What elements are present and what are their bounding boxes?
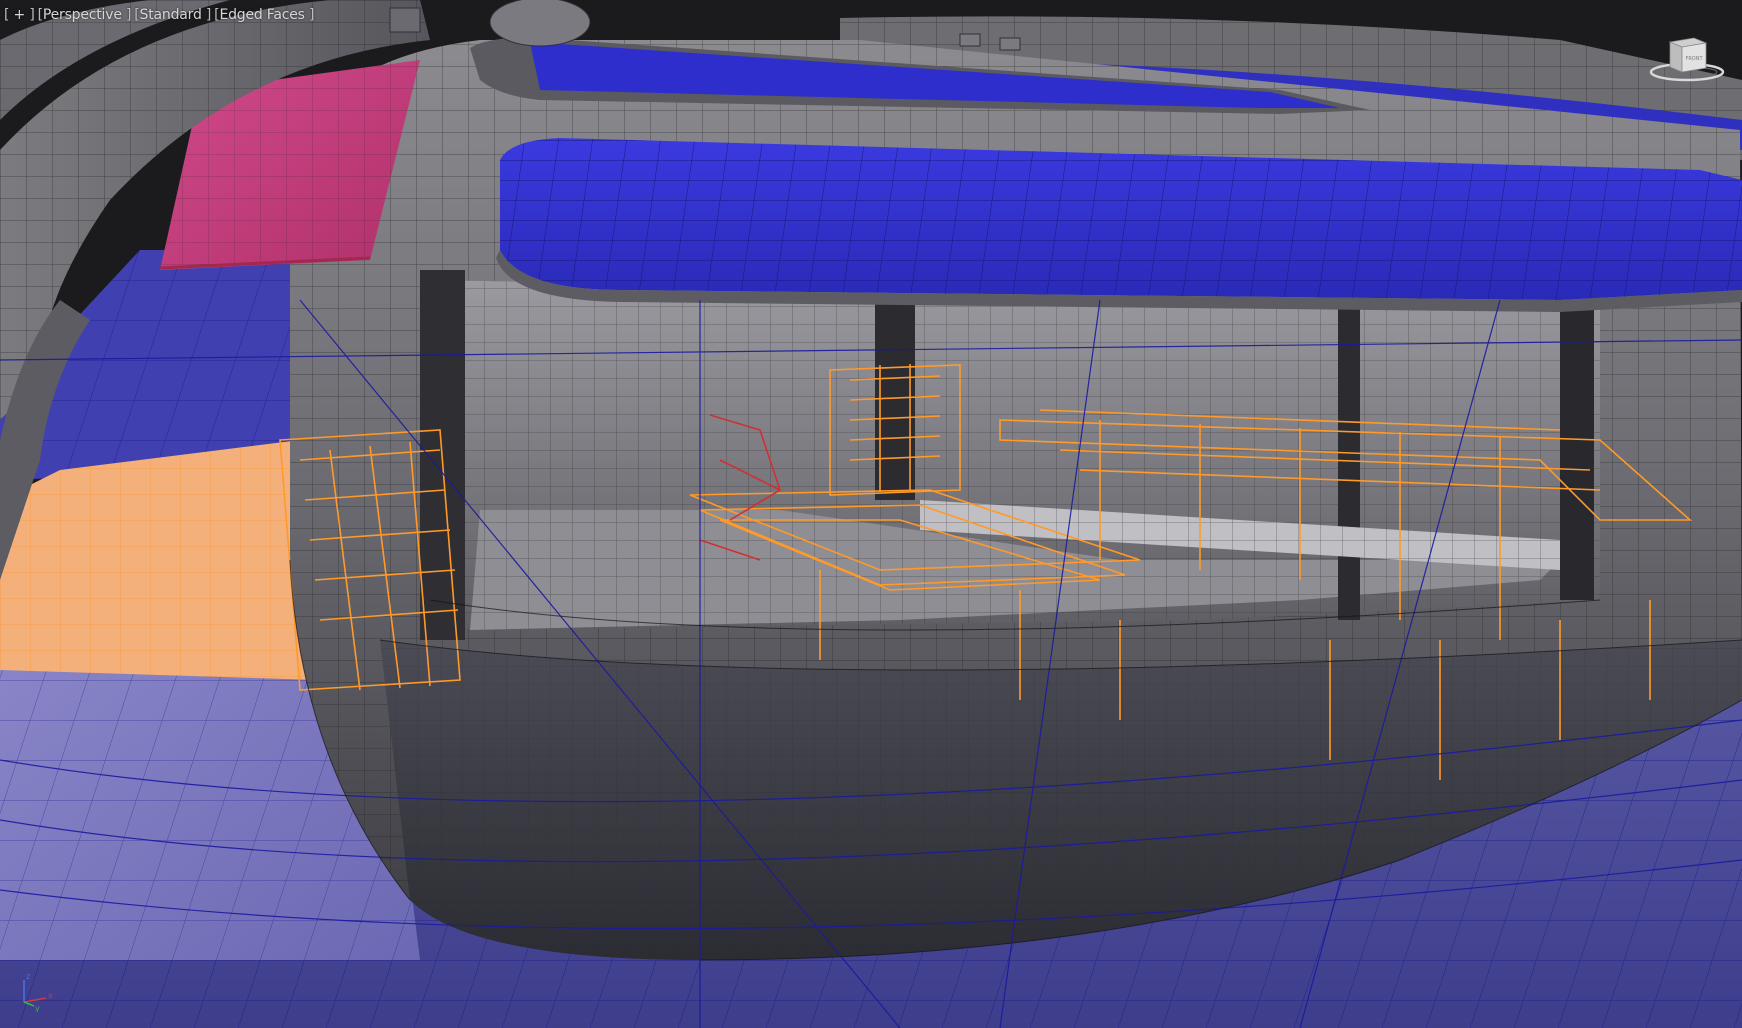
antenna-dome [489,0,591,47]
axis-label-x: x [48,991,53,1000]
viewport-display-mode-menu[interactable]: [Edged Faces ] [214,6,314,24]
pillar-far-right [1560,310,1594,600]
viewport-label-menu[interactable]: [ + ] [Perspective ] [Standard ] [Edged … [4,5,315,25]
viewport-point-of-view-menu[interactable]: [Perspective ] [38,6,132,24]
viewcube-face-label: FRONT [1685,56,1703,62]
perspective-viewport[interactable]: [ + ] [Perspective ] [Standard ] [Edged … [0,0,1742,1028]
axis-tripod-icon: x y z [23,972,53,1012]
antenna-mast [389,7,421,33]
scene-render[interactable] [0,0,1742,1028]
viewport-general-menu[interactable]: [ + ] [4,6,35,24]
viewport-shading-menu[interactable]: [Standard ] [134,6,211,24]
viewcube-icon[interactable]: FRONT [1648,34,1726,84]
viewcube-front [1669,41,1683,73]
axis-label-y: y [35,1004,40,1012]
pillar-mid [875,300,915,500]
axis-label-z: z [26,972,30,981]
